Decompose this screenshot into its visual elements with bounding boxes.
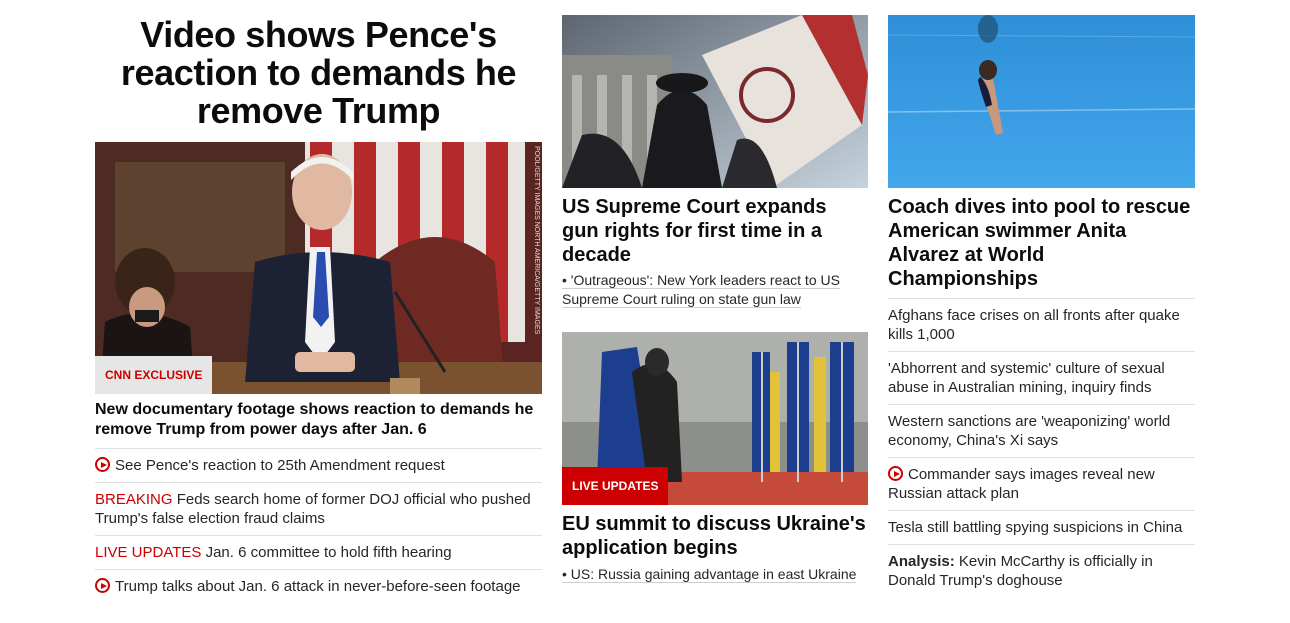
list-item-jan6-hearing[interactable]: LIVE UPDATES Jan. 6 committee to hold fi… <box>95 535 542 569</box>
list-item-mining-abuse[interactable]: 'Abhorrent and systemic' culture of sexu… <box>888 351 1195 404</box>
list-item-trump-footage[interactable]: Trump talks about Jan. 6 attack in never… <box>95 569 542 603</box>
lead-story-column: Video shows Pence's reaction to demands … <box>95 0 542 595</box>
ny-leaders-react-link[interactable]: • 'Outrageous': New York leaders react t… <box>562 271 862 309</box>
eu-summit-title[interactable]: EU summit to discuss Ukraine's applicati… <box>562 512 868 560</box>
analysis-label: Analysis: <box>888 553 955 570</box>
play-video-icon <box>888 466 903 481</box>
right-headline-list: Afghans face crises on all fronts after … <box>888 298 1195 597</box>
list-item-afghan-quake[interactable]: Afghans face crises on all fronts after … <box>888 298 1195 351</box>
supreme-court-photo <box>562 15 868 188</box>
eu-summit-image[interactable]: LIVE UPDATES <box>562 332 868 505</box>
lead-related-list: See Pence's reaction to 25th Amendment r… <box>95 448 542 603</box>
breaking-label: BREAKING <box>95 491 173 508</box>
list-item-tesla-china[interactable]: Tesla still battling spying suspicions i… <box>888 510 1195 544</box>
list-item-mccarthy[interactable]: Analysis: Kevin McCarthy is officially i… <box>888 544 1195 597</box>
pool-rescue-image[interactable] <box>888 15 1195 188</box>
pool-rescue-title[interactable]: Coach dives into pool to rescue American… <box>888 195 1195 291</box>
cnn-exclusive-badge: CNN EXCLUSIVE <box>95 356 213 394</box>
lead-headline[interactable]: Video shows Pence's reaction to demands … <box>95 16 542 136</box>
live-updates-badge: LIVE UPDATES <box>562 467 669 505</box>
list-item-russian-attack-plan[interactable]: Commander says images reveal new Russian… <box>888 457 1195 510</box>
play-video-icon <box>95 457 110 472</box>
list-item-xi-sanctions[interactable]: Western sanctions are 'weaponizing' worl… <box>888 404 1195 457</box>
russia-advantage-link[interactable]: • US: Russia gaining advantage in east U… <box>562 565 868 584</box>
pool-photo <box>888 15 1195 188</box>
lead-story-image[interactable]: POOL/GETTY IMAGES NORTH AMERICA/GETTY IM… <box>95 142 542 394</box>
lead-story-title[interactable]: New documentary footage shows reaction t… <box>95 400 542 440</box>
photo-credit: POOL/GETTY IMAGES NORTH AMERICA/GETTY IM… <box>533 146 540 335</box>
supreme-court-title[interactable]: US Supreme Court expands gun rights for … <box>562 195 868 267</box>
list-item-feds-search[interactable]: BREAKING Feds search home of former DOJ … <box>95 482 542 535</box>
live-updates-label: LIVE UPDATES <box>95 544 202 561</box>
play-video-icon <box>95 578 110 593</box>
supreme-court-image[interactable] <box>562 15 868 188</box>
list-item-pence-reaction[interactable]: See Pence's reaction to 25th Amendment r… <box>95 448 542 482</box>
